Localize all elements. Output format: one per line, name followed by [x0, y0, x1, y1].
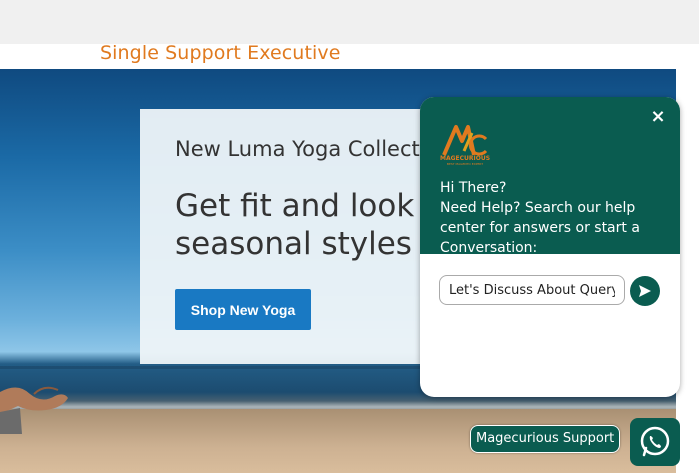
- shop-new-yoga-button[interactable]: Shop New Yoga: [175, 289, 311, 330]
- chat-greeting: Hi There?: [440, 180, 507, 196]
- promo-card: New Luma Yoga Collection Get fit and loo…: [140, 109, 586, 364]
- whatsapp-button[interactable]: [630, 418, 680, 466]
- query-input[interactable]: [439, 275, 625, 305]
- whatsapp-icon: [640, 426, 670, 457]
- logo-text: MAGECURIOUS: [440, 155, 491, 162]
- page-title: Single Support Executive: [100, 42, 341, 64]
- close-icon[interactable]: ×: [648, 107, 668, 127]
- collection-title: New Luma Yoga Collection: [175, 137, 452, 161]
- support-label-button[interactable]: Magecurious Support: [470, 425, 621, 453]
- send-icon: [639, 285, 651, 297]
- chat-help-text: Need Help? Search our help center for an…: [440, 200, 640, 256]
- logo-subtext: BEST MAGENTO EXPERT: [446, 162, 484, 166]
- top-bar: [0, 0, 699, 44]
- chat-widget-panel: × MAGECURIOUS BEST MAGENTO EXPERT Hi The…: [420, 97, 680, 397]
- yoga-person-image: [0, 386, 68, 434]
- send-button[interactable]: [630, 276, 660, 306]
- chat-header: × MAGECURIOUS BEST MAGENTO EXPERT Hi The…: [420, 97, 680, 256]
